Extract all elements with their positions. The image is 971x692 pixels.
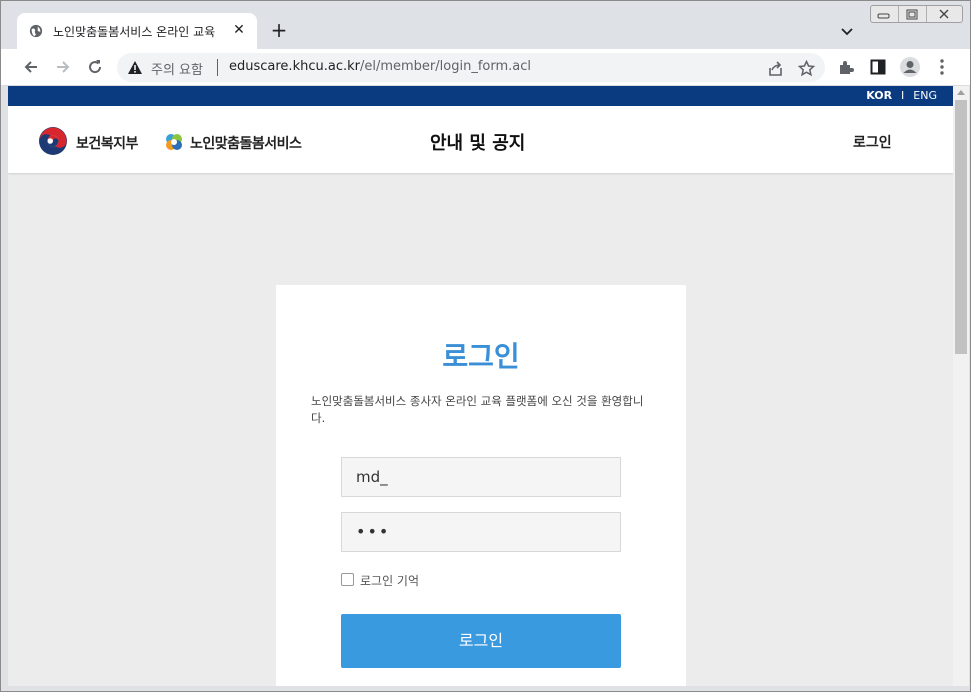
remember-login-checkbox[interactable] <box>341 573 354 586</box>
nav-login-link[interactable]: 로그인 <box>853 132 892 152</box>
service-logo[interactable]: 노인맞춤돌봄서비스 <box>163 126 333 156</box>
warning-icon[interactable] <box>127 60 143 75</box>
globe-icon <box>29 24 43 38</box>
browser-window: 노인맞춤돌봄서비스 온라인 교육 ✕ + 주의 요함 eduscare.khcu… <box>0 0 971 692</box>
password-input[interactable]: ••• <box>341 512 621 552</box>
back-icon[interactable] <box>19 55 43 79</box>
maximize-icon <box>906 9 918 19</box>
service-logo-text: 노인맞춤돌봄서비스 <box>190 136 302 152</box>
chevron-down-icon[interactable] <box>837 21 857 41</box>
url-path: /el/member/login_form.acl <box>359 59 531 74</box>
plus-icon[interactable]: + <box>267 19 291 43</box>
menu-icon[interactable] <box>930 55 954 79</box>
lang-separator: I <box>901 89 905 102</box>
lang-eng-link[interactable]: ENG <box>913 89 937 102</box>
login-button[interactable]: 로그인 <box>341 614 621 668</box>
remember-login-label[interactable]: 로그인 기억 <box>360 572 419 589</box>
login-card: 로그인 노인맞춤돌봄서비스 종사자 온라인 교육 플랫폼에 오신 것을 환영합니… <box>276 285 686 686</box>
language-switch: KOR I ENG <box>866 89 937 102</box>
mohw-logo-text: 보건복지부 <box>76 136 138 152</box>
share-icon[interactable] <box>763 56 787 80</box>
scrollbar-thumb[interactable] <box>955 100 967 354</box>
omnibox-divider <box>217 59 218 76</box>
welcome-text: 노인맞춤돌봄서비스 종사자 온라인 교육 플랫폼에 오신 것을 환영합니다. <box>311 394 644 425</box>
forward-icon[interactable] <box>51 55 75 79</box>
scroll-up-icon[interactable] <box>957 90 965 95</box>
browser-toolbar: 주의 요함 eduscare.khcu.ac.kr/el/member/logi… <box>1 49 970 86</box>
star-icon[interactable] <box>794 56 818 80</box>
window-controls <box>870 5 963 23</box>
minimize-icon <box>877 13 890 19</box>
site-topbar: KOR I ENG <box>8 86 953 106</box>
mohw-logo[interactable]: 보건복지부 <box>38 126 158 156</box>
security-warning-text[interactable]: 주의 요함 <box>151 59 203 78</box>
mohw-emblem-icon <box>39 127 67 155</box>
tab-title: 노인맞춤돌봄서비스 온라인 교육 <box>53 25 216 39</box>
site-header: 보건복지부 노인맞춤돌봄서비스 안내 및 공지 로그인 <box>8 106 953 173</box>
user-id-input[interactable]: md_ <box>341 457 621 497</box>
reload-icon[interactable] <box>83 55 107 79</box>
close-icon[interactable]: ✕ <box>229 20 249 40</box>
close-window-button[interactable] <box>927 6 962 22</box>
minimize-button[interactable] <box>871 6 899 22</box>
page-scrollbar[interactable] <box>953 86 969 686</box>
profile-icon[interactable] <box>898 55 922 79</box>
extensions-icon[interactable] <box>834 55 858 79</box>
maximize-button[interactable] <box>899 6 927 22</box>
url-host: eduscare.khcu.ac.kr <box>229 59 360 74</box>
nav-notice-link[interactable]: 안내 및 공지 <box>430 129 525 155</box>
login-title: 로그인 <box>442 340 520 373</box>
service-mark-icon <box>166 134 182 150</box>
tab-strip: 노인맞춤돌봄서비스 온라인 교육 ✕ + <box>1 1 970 49</box>
browser-tab[interactable]: 노인맞춤돌봄서비스 온라인 교육 ✕ <box>17 13 257 49</box>
url-text[interactable]: eduscare.khcu.ac.kr/el/member/login_form… <box>229 59 531 74</box>
close-window-icon <box>939 9 949 19</box>
address-bar[interactable]: 주의 요함 eduscare.khcu.ac.kr/el/member/logi… <box>117 53 825 82</box>
page-viewport: KOR I ENG 보건복지부 노인맞춤돌봄서비스 안내 및 공지 로그인 로그… <box>8 86 953 686</box>
side-panel-icon[interactable] <box>866 55 890 79</box>
lang-kor-link[interactable]: KOR <box>866 89 892 102</box>
